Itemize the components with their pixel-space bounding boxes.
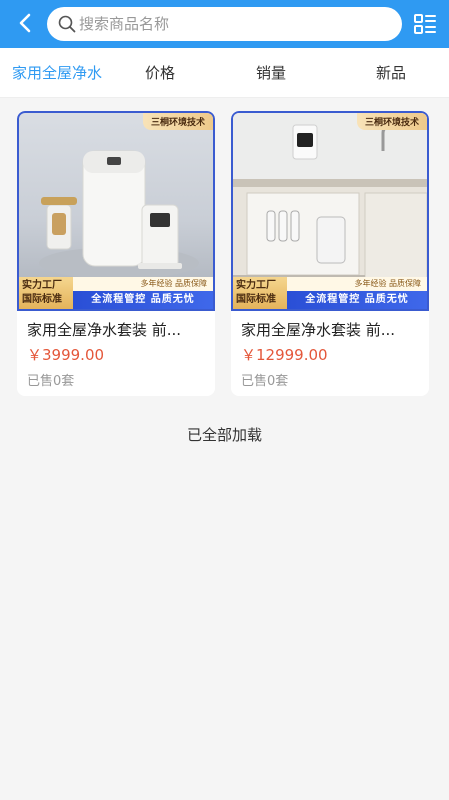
product-image: 三桐环境技术 实力工厂 国际标准 多年经验 品质保障 全流程管控 品质无忧 [17,111,215,311]
promo-strip-small: 多年经验 品质保障 [73,277,213,291]
brand-badge: 三桐环境技术 [356,113,427,130]
factory-badge-line1: 实力工厂 [236,280,276,291]
all-loaded-text: 已全部加载 [186,426,262,444]
factory-badge: 实力工厂 国际标准 [19,277,73,309]
factory-badge: 实力工厂 国际标准 [233,277,287,309]
tab-new[interactable]: 新品 [376,48,406,98]
promo-strip-main: 全流程管控 品质无忧 [287,291,427,309]
product-title: 家用全屋净水套装 前... [27,321,182,339]
factory-badge-line2: 国际标准 [22,294,62,305]
product-price: ￥3999.00 [27,346,105,364]
brand-badge: 三桐环境技术 [142,113,213,130]
product-title: 家用全屋净水套装 前... [241,321,396,339]
product-card[interactable]: 三桐环境技术 实力工厂 国际标准 多年经验 品质保障 全流程管控 品质无忧 家用… [231,111,429,396]
tab-category[interactable]: 家用全屋净水 [12,48,102,98]
factory-badge-line2: 国际标准 [236,294,276,305]
product-card[interactable]: 三桐环境技术 实力工厂 国际标准 多年经验 品质保障 全流程管控 品质无忧 家用… [17,111,215,396]
tab-price[interactable]: 价格 [145,48,175,98]
search-box[interactable] [47,7,402,41]
grid-list-toggle-button[interactable] [409,8,441,40]
promo-strip-main: 全流程管控 品质无忧 [73,291,213,309]
top-bar [0,0,449,48]
sort-tab-bar: 家用全屋净水 价格 销量 新品 [0,48,449,98]
back-button[interactable] [10,8,40,38]
product-price: ￥12999.00 [241,346,328,364]
product-sold-count: 已售0套 [27,374,75,389]
chevron-left-icon [19,13,31,33]
product-sold-count: 已售0套 [241,374,289,389]
factory-badge-line1: 实力工厂 [22,280,62,291]
search-icon [57,14,77,34]
grid-list-icon [414,14,436,34]
promo-strip-small: 多年经验 品质保障 [287,277,427,291]
search-input[interactable] [79,15,379,33]
product-image: 三桐环境技术 实力工厂 国际标准 多年经验 品质保障 全流程管控 品质无忧 [231,111,429,311]
tab-sales[interactable]: 销量 [256,48,286,98]
